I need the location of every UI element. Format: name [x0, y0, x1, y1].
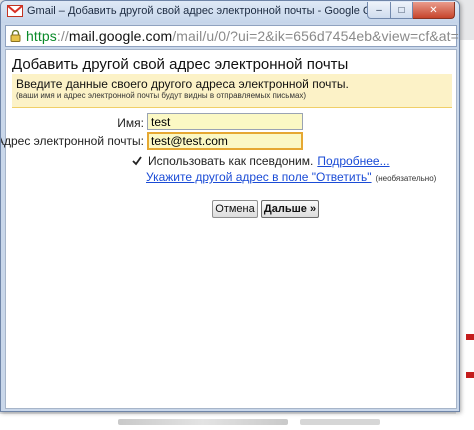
chrome-popup-window: Gmail – Добавить другой свой адрес элект…	[0, 0, 460, 412]
next-button[interactable]: Дальше »	[261, 200, 319, 218]
reply-to-link[interactable]: Укажите другой адрес в поле "Ответить"	[146, 170, 372, 184]
lock-icon	[10, 29, 21, 42]
checkmark-icon	[132, 156, 142, 166]
reply-to-option: Укажите другой адрес в поле "Ответить" (н…	[146, 170, 436, 184]
address-bar[interactable]: https://mail.google.com/mail/u/0/?ui=2&i…	[5, 25, 459, 47]
instructions-note: (ваши имя и адрес электронной почты буду…	[16, 91, 307, 100]
cancel-button[interactable]: Отмена	[212, 200, 258, 218]
email-label: Адрес электронной почты:	[0, 134, 144, 148]
alias-checkbox[interactable]	[132, 156, 142, 166]
url-path: /mail/u/0/?ui=2&ik=656d7454eb&view=cf&at…	[172, 28, 459, 44]
blurred-text	[300, 419, 380, 425]
background-red-marker	[466, 372, 474, 378]
url-host: mail.google.com	[68, 28, 173, 44]
window-bottom-frame	[5, 409, 457, 411]
name-label: Имя:	[117, 116, 144, 130]
url-text[interactable]: https://mail.google.com/mail/u/0/?ui=2&i…	[26, 28, 459, 44]
alias-label: Использовать как псевдоним.	[148, 154, 314, 168]
maximize-button[interactable]: □	[391, 2, 413, 19]
email-input[interactable]	[147, 132, 303, 150]
background-page-footer	[0, 414, 474, 430]
url-separator: ://	[56, 28, 69, 44]
window-controls: – □ ✕	[367, 2, 455, 20]
minimize-button[interactable]: –	[367, 2, 391, 19]
blurred-text	[118, 419, 288, 425]
name-input[interactable]	[147, 113, 303, 130]
dialog-title: Добавить другой свой адрес электронной п…	[12, 56, 349, 73]
url-scheme: https	[26, 28, 57, 44]
instructions-text: Введите данные своего другого адреса эле…	[16, 77, 349, 91]
window-title: Gmail – Добавить другой свой адрес элект…	[27, 5, 403, 17]
alias-option: Использовать как псевдоним. Подробнее...	[132, 154, 390, 168]
dialog-content: Добавить другой свой адрес электронной п…	[1, 49, 457, 409]
optional-note: (необязательно)	[375, 174, 437, 183]
close-button[interactable]: ✕	[413, 2, 455, 19]
background-red-marker	[466, 334, 474, 340]
gmail-icon	[7, 5, 23, 17]
learn-more-link[interactable]: Подробнее...	[317, 154, 389, 168]
title-bar[interactable]: Gmail – Добавить другой свой адрес элект…	[1, 1, 459, 23]
